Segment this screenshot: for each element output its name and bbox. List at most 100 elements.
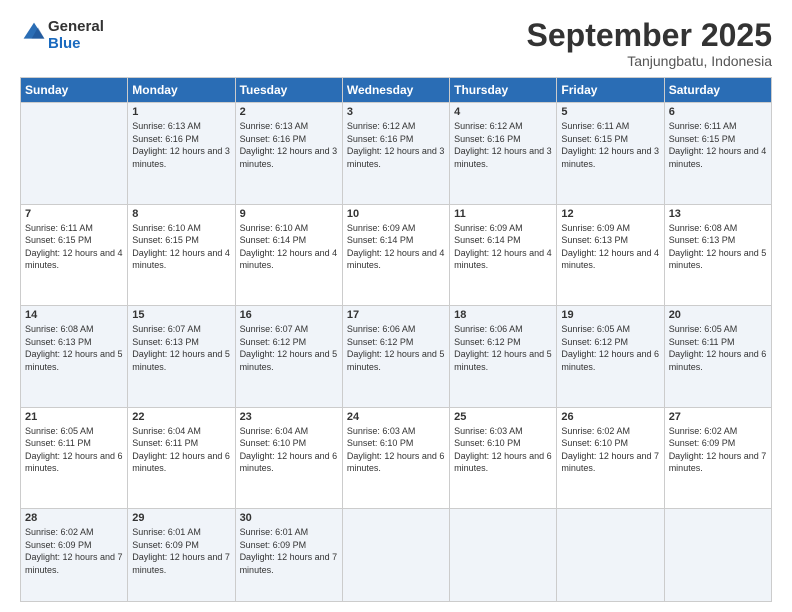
cell-info: Sunrise: 6:09 AMSunset: 6:14 PMDaylight:… (454, 222, 552, 272)
calendar-cell: 22Sunrise: 6:04 AMSunset: 6:11 PMDayligh… (128, 407, 235, 508)
day-number: 7 (25, 208, 123, 220)
calendar-cell: 24Sunrise: 6:03 AMSunset: 6:10 PMDayligh… (342, 407, 449, 508)
cell-info: Sunrise: 6:09 AMSunset: 6:14 PMDaylight:… (347, 222, 445, 272)
day-number: 8 (132, 208, 230, 220)
calendar-cell: 6 Sunrise: 6:11 AMSunset: 6:15 PMDaylight… (664, 103, 771, 204)
calendar-cell (664, 509, 771, 602)
calendar-cell: 14 Sunrise: 6:08 AMSunset: 6:13 PMDayligh… (21, 306, 128, 407)
cell-info: Sunrise: 6:10 AMSunset: 6:14 PMDaylight:… (240, 222, 338, 272)
day-number: 28 (25, 512, 123, 524)
weekday-header: Tuesday (235, 78, 342, 103)
calendar-header-row: SundayMondayTuesdayWednesdayThursdayFrid… (21, 78, 772, 103)
logo-blue: Blue (48, 35, 104, 52)
cell-info: Sunrise: 6:05 AMSunset: 6:12 PMDaylight:… (561, 323, 659, 373)
calendar-cell: 4 Sunrise: 6:12 AMSunset: 6:16 PMDaylight… (450, 103, 557, 204)
cell-info: Sunrise: 6:07 AMSunset: 6:13 PMDaylight:… (132, 323, 230, 373)
day-number: 16 (240, 309, 338, 321)
cell-info: Sunrise: 6:11 AMSunset: 6:15 PMDaylight:… (25, 222, 123, 272)
day-number: 4 (454, 106, 552, 118)
calendar-cell: 19 Sunrise: 6:05 AMSunset: 6:12 PMDayligh… (557, 306, 664, 407)
calendar-cell: 8 Sunrise: 6:10 AMSunset: 6:15 PMDaylight… (128, 204, 235, 305)
cell-info: Sunrise: 6:06 AMSunset: 6:12 PMDaylight:… (454, 323, 552, 373)
header: General Blue September 2025 Tanjungbatu,… (20, 18, 772, 69)
calendar-week-row: 21 Sunrise: 6:05 AMSunset: 6:11 PMDayligh… (21, 407, 772, 508)
calendar-week-row: 14 Sunrise: 6:08 AMSunset: 6:13 PMDayligh… (21, 306, 772, 407)
weekday-header: Sunday (21, 78, 128, 103)
calendar-cell: 2 Sunrise: 6:13 AMSunset: 6:16 PMDaylight… (235, 103, 342, 204)
calendar-cell: 21 Sunrise: 6:05 AMSunset: 6:11 PMDayligh… (21, 407, 128, 508)
cell-info: Sunrise: 6:11 AMSunset: 6:15 PMDaylight:… (561, 120, 659, 170)
logo: General Blue (20, 18, 104, 52)
day-number: 18 (454, 309, 552, 321)
cell-info: Sunrise: 6:02 AMSunset: 6:09 PMDaylight:… (25, 526, 123, 576)
cell-info: Sunrise: 6:12 AMSunset: 6:16 PMDaylight:… (347, 120, 445, 170)
calendar-cell: 26 Sunrise: 6:02 AMSunset: 6:10 PMDayligh… (557, 407, 664, 508)
calendar-cell: 13 Sunrise: 6:08 AMSunset: 6:13 PMDayligh… (664, 204, 771, 305)
weekday-header: Friday (557, 78, 664, 103)
calendar-cell: 16 Sunrise: 6:07 AMSunset: 6:12 PMDayligh… (235, 306, 342, 407)
day-number: 20 (669, 309, 767, 321)
weekday-header: Monday (128, 78, 235, 103)
day-number: 25 (454, 411, 552, 423)
cell-info: Sunrise: 6:06 AMSunset: 6:12 PMDaylight:… (347, 323, 445, 373)
weekday-header: Wednesday (342, 78, 449, 103)
calendar-cell: 15 Sunrise: 6:07 AMSunset: 6:13 PMDayligh… (128, 306, 235, 407)
page: General Blue September 2025 Tanjungbatu,… (0, 0, 792, 612)
calendar-cell: 10Sunrise: 6:09 AMSunset: 6:14 PMDayligh… (342, 204, 449, 305)
cell-info: Sunrise: 6:12 AMSunset: 6:16 PMDaylight:… (454, 120, 552, 170)
calendar-cell: 27 Sunrise: 6:02 AMSunset: 6:09 PMDayligh… (664, 407, 771, 508)
calendar-cell (557, 509, 664, 602)
calendar-cell: 25 Sunrise: 6:03 AMSunset: 6:10 PMDayligh… (450, 407, 557, 508)
calendar-cell: 28 Sunrise: 6:02 AMSunset: 6:09 PMDayligh… (21, 509, 128, 602)
cell-info: Sunrise: 6:13 AMSunset: 6:16 PMDaylight:… (132, 120, 230, 170)
calendar-cell: 12 Sunrise: 6:09 AMSunset: 6:13 PMDayligh… (557, 204, 664, 305)
day-number: 5 (561, 106, 659, 118)
day-number: 23 (240, 411, 338, 423)
calendar-table: SundayMondayTuesdayWednesdayThursdayFrid… (20, 77, 772, 602)
cell-info: Sunrise: 6:10 AMSunset: 6:15 PMDaylight:… (132, 222, 230, 272)
day-number: 14 (25, 309, 123, 321)
cell-info: Sunrise: 6:03 AMSunset: 6:10 PMDaylight:… (347, 425, 445, 475)
cell-info: Sunrise: 6:02 AMSunset: 6:10 PMDaylight:… (561, 425, 659, 475)
calendar-week-row: 1 Sunrise: 6:13 AMSunset: 6:16 PMDaylight… (21, 103, 772, 204)
cell-info: Sunrise: 6:11 AMSunset: 6:15 PMDaylight:… (669, 120, 767, 170)
day-number: 11 (454, 208, 552, 220)
day-number: 13 (669, 208, 767, 220)
cell-info: Sunrise: 6:05 AMSunset: 6:11 PMDaylight:… (669, 323, 767, 373)
cell-info: Sunrise: 6:07 AMSunset: 6:12 PMDaylight:… (240, 323, 338, 373)
calendar-cell: 29Sunrise: 6:01 AMSunset: 6:09 PMDayligh… (128, 509, 235, 602)
day-number: 1 (132, 106, 230, 118)
calendar-cell: 5 Sunrise: 6:11 AMSunset: 6:15 PMDaylight… (557, 103, 664, 204)
day-number: 26 (561, 411, 659, 423)
day-number: 9 (240, 208, 338, 220)
cell-info: Sunrise: 6:13 AMSunset: 6:16 PMDaylight:… (240, 120, 338, 170)
day-number: 22 (132, 411, 230, 423)
cell-info: Sunrise: 6:08 AMSunset: 6:13 PMDaylight:… (25, 323, 123, 373)
calendar-cell: 17 Sunrise: 6:06 AMSunset: 6:12 PMDayligh… (342, 306, 449, 407)
calendar-cell (342, 509, 449, 602)
calendar-cell: 9 Sunrise: 6:10 AMSunset: 6:14 PMDaylight… (235, 204, 342, 305)
cell-info: Sunrise: 6:02 AMSunset: 6:09 PMDaylight:… (669, 425, 767, 475)
cell-info: Sunrise: 6:04 AMSunset: 6:10 PMDaylight:… (240, 425, 338, 475)
logo-general: General (48, 18, 104, 35)
cell-info: Sunrise: 6:05 AMSunset: 6:11 PMDaylight:… (25, 425, 123, 475)
location: Tanjungbatu, Indonesia (527, 53, 772, 69)
calendar-cell: 20 Sunrise: 6:05 AMSunset: 6:11 PMDayligh… (664, 306, 771, 407)
cell-info: Sunrise: 6:09 AMSunset: 6:13 PMDaylight:… (561, 222, 659, 272)
day-number: 17 (347, 309, 445, 321)
day-number: 3 (347, 106, 445, 118)
cell-info: Sunrise: 6:08 AMSunset: 6:13 PMDaylight:… (669, 222, 767, 272)
weekday-header: Thursday (450, 78, 557, 103)
calendar-cell: 1 Sunrise: 6:13 AMSunset: 6:16 PMDaylight… (128, 103, 235, 204)
day-number: 19 (561, 309, 659, 321)
day-number: 27 (669, 411, 767, 423)
day-number: 12 (561, 208, 659, 220)
logo-icon (22, 21, 46, 45)
calendar-cell: 23 Sunrise: 6:04 AMSunset: 6:10 PMDayligh… (235, 407, 342, 508)
day-number: 2 (240, 106, 338, 118)
calendar-cell: 3 Sunrise: 6:12 AMSunset: 6:16 PMDaylight… (342, 103, 449, 204)
day-number: 21 (25, 411, 123, 423)
cell-info: Sunrise: 6:03 AMSunset: 6:10 PMDaylight:… (454, 425, 552, 475)
day-number: 6 (669, 106, 767, 118)
day-number: 15 (132, 309, 230, 321)
